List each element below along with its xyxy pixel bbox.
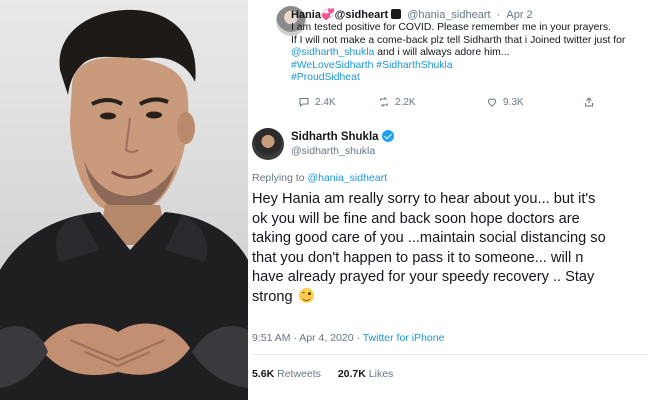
divider	[252, 354, 648, 355]
share-icon	[585, 97, 593, 107]
tweet-line: Hey Hania am really sorry to hear about …	[252, 191, 596, 207]
retweet-icon	[380, 97, 388, 107]
tweet-stats: 5.6K Retweets 20.7K Likes	[252, 368, 393, 380]
verified-badge-icon	[381, 130, 394, 142]
likes-stat[interactable]: 20.7K Likes	[338, 368, 393, 380]
tweet-line: have already prayed for your speedy reco…	[252, 269, 595, 286]
replying-mention-link[interactable]: @hania_sidheart	[307, 172, 387, 184]
likes-label: Likes	[368, 368, 394, 380]
reply-count: 2.4K	[315, 96, 336, 108]
original-tweet[interactable]: Hania💞@sidheart @hania_sidheart · Apr 2 …	[250, 0, 650, 118]
retweet-button[interactable]: 2.2K	[378, 96, 416, 108]
avatar[interactable]	[252, 128, 284, 160]
reply-button[interactable]: 2.4K	[298, 96, 336, 108]
hashtag-links[interactable]: #WeLoveSidharth #SidharthShukla	[291, 60, 646, 73]
replying-to: Replying to @hania_sidheart	[252, 172, 387, 184]
share-button[interactable]	[583, 96, 595, 108]
source-link[interactable]: Twitter for iPhone	[363, 332, 445, 344]
smiling-emoji-icon	[298, 287, 314, 303]
retweet-count: 2.2K	[395, 96, 416, 108]
hashtag-link[interactable]: #ProudSidheat	[291, 72, 646, 85]
tweet-actions: 2.4K 2.2K 9.3K	[298, 96, 608, 110]
tweet-line: If I will not make a come-back plz tell …	[291, 34, 626, 46]
tweet-screenshot: Hania💞@sidheart @hania_sidheart · Apr 2 …	[250, 0, 650, 400]
heart-icon	[487, 98, 497, 107]
tweet-line: ok you will be fine and back soon hope d…	[252, 210, 580, 227]
tweet-text: and i will always adore him...	[374, 47, 510, 59]
tweet-line: taking good care of you ...maintain soci…	[252, 230, 606, 247]
display-name-text[interactable]: Sidharth Shukla	[291, 131, 379, 143]
tweet-line: @sidharth_shukla and i will always adore…	[291, 47, 646, 60]
date-separator: ·	[496, 9, 501, 21]
handle[interactable]: @hania_sidheart	[407, 9, 490, 21]
reply-icon	[299, 98, 309, 108]
retweets-label: Retweets	[277, 368, 321, 380]
tweet-line: I am tested positive for COVID. Please r…	[291, 22, 611, 33]
tweet-header: Hania💞@sidheart @hania_sidheart · Apr 2	[291, 8, 533, 21]
likes-count: 20.7K	[337, 368, 366, 380]
display-name[interactable]: Sidharth Shukla	[291, 130, 394, 143]
tweet-line: strong	[252, 287, 648, 308]
replying-label: Replying to	[252, 172, 305, 184]
badge-icon	[391, 9, 402, 19]
display-name[interactable]: Hania💞@sidheart	[291, 9, 388, 21]
tweet-date[interactable]: Apr 2	[506, 9, 532, 21]
handle[interactable]: @sidharth_shukla	[291, 145, 375, 157]
like-count: 9.3K	[503, 96, 524, 108]
profile-photo	[0, 0, 248, 400]
man-portrait-image	[0, 9, 248, 400]
retweets-stat[interactable]: 5.6K Retweets	[252, 368, 321, 380]
timestamp-text[interactable]: 9:51 AM · Apr 4, 2020 ·	[252, 332, 363, 344]
like-button[interactable]: 9.3K	[486, 96, 524, 108]
tweet-body: I am tested positive for COVID. Please r…	[291, 22, 646, 85]
retweets-count: 5.6K	[252, 368, 275, 380]
tweet-line-text: strong	[252, 288, 293, 305]
tweet-line: that you don't happen to pass it to some…	[252, 249, 584, 266]
tweet-timestamp[interactable]: 9:51 AM · Apr 4, 2020 · Twitter for iPho…	[252, 332, 444, 344]
mention-link[interactable]: @sidharth_shukla	[291, 47, 374, 58]
tweet-text: Hey Hania am really sorry to hear about …	[252, 190, 648, 308]
reply-tweet[interactable]: Sidharth Shukla @sidharth_shukla Replyin…	[250, 118, 650, 400]
